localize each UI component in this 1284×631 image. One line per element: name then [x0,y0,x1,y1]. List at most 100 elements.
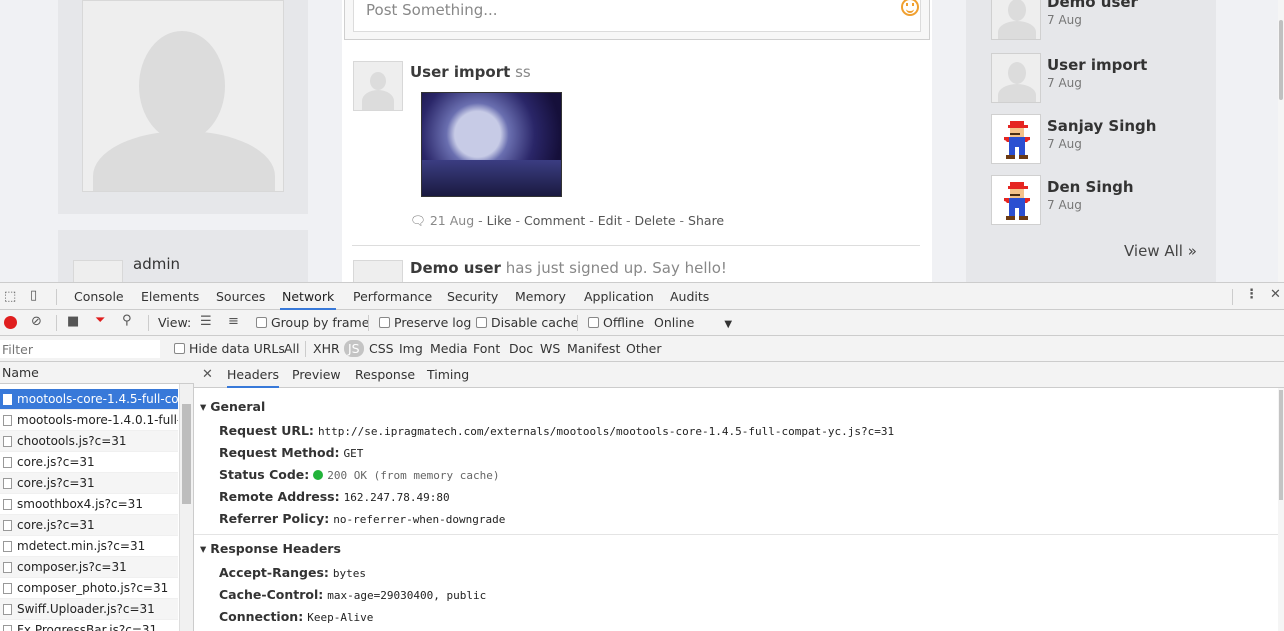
member-item[interactable]: User import 7 Aug [991,53,1191,103]
avatar[interactable] [991,53,1041,103]
member-name[interactable]: Sanjay Singh [1047,117,1156,135]
filter-input[interactable] [0,340,160,358]
camera-icon[interactable]: ■ [67,314,79,329]
general-section-toggle[interactable]: General [200,399,265,414]
filter-type-img[interactable]: Img [399,341,423,356]
waterfall-icon[interactable]: ≡ [228,314,239,329]
profile-avatar[interactable] [82,0,284,192]
filter-type-css[interactable]: CSS [369,341,394,356]
devtools-tabbar: ⬚ ▯ Console Elements Sources Network Per… [0,283,1284,310]
tab-application[interactable]: Application [582,283,656,310]
request-row[interactable]: core.js?c=31 [0,452,178,473]
filter-type-manifest[interactable]: Manifest [567,341,620,356]
comment-link[interactable]: Comment [524,213,585,228]
tab-preview[interactable]: Preview [292,362,341,388]
page-scrollbar[interactable] [1278,0,1284,282]
feed-author-link[interactable]: Demo user [410,259,501,277]
avatar[interactable] [991,175,1041,225]
request-row[interactable]: Swiff.Uploader.js?c=31 [0,599,178,620]
more-options-icon[interactable]: ⋮ [1245,287,1258,302]
hide-data-urls-checkbox[interactable]: Hide data URLs [174,341,285,356]
divider [352,245,920,246]
details-scrollbar[interactable] [1278,388,1284,631]
response-headers-section-toggle[interactable]: Response Headers [200,541,341,556]
request-row[interactable]: core.js?c=31 [0,515,178,536]
request-list-scrollbar[interactable] [179,384,193,631]
filter-type-font[interactable]: Font [473,341,500,356]
request-row[interactable]: mootools-more-1.4.0.1-full-c... [0,410,178,431]
request-row[interactable]: Fx.ProgressBar.js?c=31 [0,620,178,631]
request-row[interactable]: composer.js?c=31 [0,557,178,578]
filter-icon[interactable]: ⏷ [95,313,105,328]
member-name[interactable]: User import [1047,56,1147,74]
file-icon [3,541,12,552]
tab-performance[interactable]: Performance [351,283,434,310]
avatar[interactable] [353,61,403,111]
feed-text: has just signed up. Say hello! [505,259,727,277]
request-row[interactable]: core.js?c=31 [0,473,178,494]
tab-elements[interactable]: Elements [139,283,201,310]
request-row[interactable]: mdetect.min.js?c=31 [0,536,178,557]
like-link[interactable]: Like [487,213,512,228]
request-row[interactable]: mootools-core-1.4.5-full-com... [0,389,178,410]
tab-headers[interactable]: Headers [227,362,280,388]
chevron-down-icon: ▼ [724,319,733,330]
user-name[interactable]: admin [133,255,180,273]
tab-timing[interactable]: Timing [427,362,469,388]
filter-type-all[interactable]: All [284,341,300,356]
filter-type-other[interactable]: Other [626,341,662,356]
avatar[interactable] [73,260,123,282]
tab-network[interactable]: Network [280,283,337,310]
avatar[interactable] [991,0,1041,40]
filter-type-media[interactable]: Media [430,341,468,356]
search-icon[interactable]: ⚲ [122,313,132,328]
delete-link[interactable]: Delete [634,213,675,228]
record-button[interactable] [4,316,17,329]
close-details-icon[interactable]: ✕ [202,362,213,388]
filter-type-js[interactable]: JS [344,340,364,357]
tab-security[interactable]: Security [445,283,500,310]
name-column-header[interactable]: Name [0,362,194,384]
post-input[interactable]: Post Something... [353,0,921,32]
request-row[interactable]: chootools.js?c=31 [0,431,178,452]
request-row[interactable]: smoothbox4.js?c=31 [0,494,178,515]
member-item[interactable]: Demo user 7 Aug [991,0,1191,40]
edit-link[interactable]: Edit [598,213,622,228]
member-date: 7 Aug [1047,76,1082,90]
tab-console[interactable]: Console [72,283,126,310]
inspect-element-icon[interactable]: ⬚ [4,289,16,304]
member-name[interactable]: Den Singh [1047,178,1134,196]
share-link[interactable]: Share [688,213,724,228]
close-icon[interactable]: ✕ [1270,287,1281,302]
feed-item-title: User import ss [410,63,531,81]
feed-photo[interactable] [421,92,562,197]
avatar[interactable] [353,260,403,282]
member-name[interactable]: Demo user [1047,0,1138,11]
tab-response[interactable]: Response [355,362,415,388]
clear-icon[interactable]: ⊘ [31,314,42,329]
tab-memory[interactable]: Memory [513,283,568,310]
filter-type-doc[interactable]: Doc [509,341,533,356]
filter-type-ws[interactable]: WS [540,341,560,356]
feed-time[interactable]: 21 Aug [430,213,474,228]
feed-text: ss [515,63,531,81]
feed-author-link[interactable]: User import [410,63,510,81]
avatar[interactable] [991,114,1041,164]
file-icon [3,436,12,447]
large-rows-icon[interactable]: ☰ [200,314,212,329]
tab-audits[interactable]: Audits [668,283,711,310]
member-item[interactable]: Den Singh 7 Aug [991,175,1191,225]
disable-cache-checkbox[interactable]: Disable cache [476,315,578,330]
filter-type-xhr[interactable]: XHR [313,341,340,356]
tab-sources[interactable]: Sources [214,283,267,310]
member-item[interactable]: Sanjay Singh 7 Aug [991,114,1191,164]
group-by-frame-checkbox[interactable]: Group by frame [256,315,369,330]
request-rows: mootools-core-1.4.5-full-com... mootools… [0,384,179,631]
request-row[interactable]: composer_photo.js?c=31 [0,578,178,599]
preserve-log-checkbox[interactable]: Preserve log [379,315,471,330]
view-all-link[interactable]: View All » [1124,242,1197,260]
throttling-select[interactable]: Online ▼ [654,315,732,330]
device-toolbar-icon[interactable]: ▯ [30,288,37,303]
offline-checkbox[interactable]: Offline [588,315,644,330]
file-icon [3,478,12,489]
